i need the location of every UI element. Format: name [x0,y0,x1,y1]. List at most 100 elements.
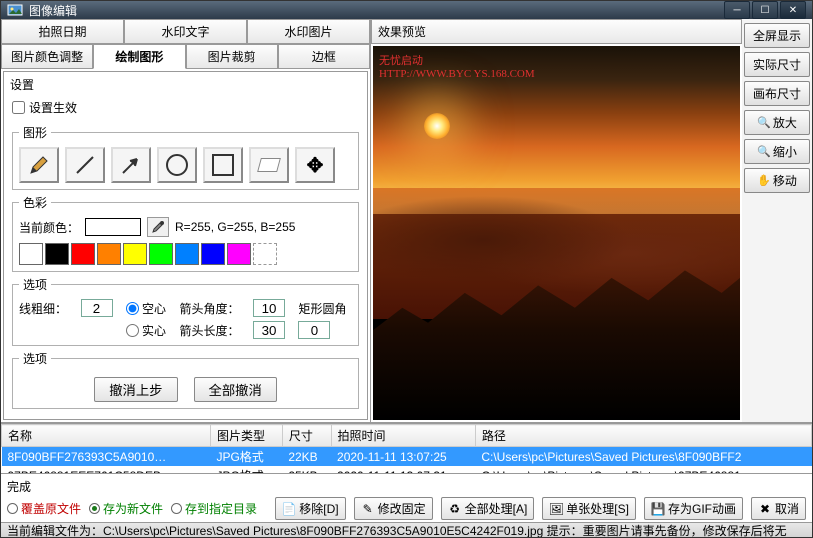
minimize-button[interactable]: ─ [724,1,750,19]
arrow-angle-input[interactable] [253,299,285,317]
tab-color-adjust[interactable]: 图片颜色调整 [1,44,93,69]
bottom-bar: 完成 覆盖原文件 存为新文件 存到指定目录 📄移除[D] ✎修改固定 ♻全部处理… [1,473,812,522]
undo-all-button[interactable]: 全部撤消 [194,377,277,402]
app-icon [7,2,23,18]
palette-swatch-5[interactable] [149,243,173,265]
savedir-radio[interactable]: 存到指定目录 [171,500,257,517]
tool-circle[interactable] [157,147,197,183]
app-window: 图像编辑 ─ ☐ ✕ 拍照日期 水印文字 水印图片 图片颜色调整 绘制图形 图片… [0,0,813,538]
watermark: 无忧启动 HTTP://WWW.BYC YS.168.COM [379,52,535,80]
table-row[interactable]: 97BE46881EEE761C58DEB…JPG格式25KB2020-11-1… [2,466,812,473]
zoom-out-button[interactable]: 🔍缩小 [744,139,810,164]
right-panel: 效果预览 无忧启动 HTTP://WWW.BYC YS.168.COM 全屏显示… [371,19,812,422]
palette-swatch-7[interactable] [201,243,225,265]
current-color-swatch[interactable] [85,218,141,236]
saveas-radio[interactable]: 存为新文件 [89,500,163,517]
arrow-angle-label: 箭头角度： [179,300,245,317]
process-single-button[interactable]: 🖼单张处理[S] [542,497,636,520]
rect-radius-input[interactable] [298,321,330,339]
color-palette [19,243,352,265]
palette-swatch-6[interactable] [175,243,199,265]
overwrite-radio[interactable]: 覆盖原文件 [7,500,81,517]
tab-draw-shape[interactable]: 绘制图形 [93,44,185,69]
undo-button[interactable]: 撤消上步 [94,377,177,402]
option-legend-2: 选项 [19,350,51,367]
solid-radio[interactable]: 实心 [126,322,172,339]
maximize-button[interactable]: ☐ [752,1,778,19]
move-icon: ✥ [307,153,324,178]
process-all-button[interactable]: ♻全部处理[A] [441,497,535,520]
cancel-button[interactable]: ✖取消 [751,497,806,520]
rgb-text: R=255, G=255, B=255 [175,220,295,234]
zoom-in-button[interactable]: 🔍放大 [744,110,810,135]
color-group: 色彩 当前颜色： R=255, G=255, B=255 [12,194,359,272]
remove-button[interactable]: 📄移除[D] [275,497,345,520]
arrow-len-input[interactable] [253,321,285,339]
tool-rect[interactable] [203,147,243,183]
remove-icon: 📄 [282,502,296,516]
line-width-input[interactable] [81,299,113,317]
hollow-radio[interactable]: 空心 [126,300,172,317]
tab-shoot-date[interactable]: 拍照日期 [1,19,124,44]
image-icon: 🖼 [549,502,563,516]
tool-pencil[interactable] [19,147,59,183]
zoom-in-icon: 🔍 [757,116,771,129]
canvas-size-button[interactable]: 画布尺寸 [744,81,810,106]
pan-button[interactable]: ✋移动 [744,168,810,193]
option-group: 选项 线粗细： 空心 箭头角度： 矩形圆角 实心 箭头长度： [12,276,359,346]
rect-radius-label: 矩形圆角 [298,300,352,317]
fullscreen-button[interactable]: 全屏显示 [744,23,810,48]
tab-watermark-image[interactable]: 水印图片 [247,19,370,44]
done-label: 完成 [7,478,806,495]
line-width-label: 线粗细： [19,300,73,317]
option-group-2: 选项 撤消上步 全部撤消 [12,350,359,409]
actual-size-button[interactable]: 实际尺寸 [744,52,810,77]
left-panel: 拍照日期 水印文字 水印图片 图片颜色调整 绘制图形 图片裁剪 边框 设置 设置… [1,19,371,422]
palette-swatch-3[interactable] [97,243,121,265]
palette-swatch-4[interactable] [123,243,147,265]
settings-label: 设置 [6,74,365,95]
column-header[interactable]: 拍照时间 [331,425,475,447]
close-button[interactable]: ✕ [780,1,806,19]
side-buttons: 全屏显示 实际尺寸 画布尺寸 🔍放大 🔍缩小 ✋移动 [742,19,812,422]
tab-crop[interactable]: 图片裁剪 [186,44,278,69]
save-icon: 💾 [651,502,665,516]
option-legend: 选项 [19,276,51,293]
tool-arrow[interactable] [111,147,151,183]
palette-swatch-9[interactable] [253,243,277,265]
zoom-out-icon: 🔍 [757,145,771,158]
save-gif-button[interactable]: 💾存为GIF动画 [644,497,743,520]
eyedropper-button[interactable] [147,217,169,237]
file-list: 名称图片类型尺寸拍照时间路径 8F090BFF276393C5A9010…JPG… [1,423,812,473]
color-legend: 色彩 [19,194,51,211]
shape-legend: 图形 [19,124,51,141]
column-header[interactable]: 尺寸 [282,425,331,447]
column-header[interactable]: 图片类型 [210,425,282,447]
palette-swatch-8[interactable] [227,243,251,265]
fix-button[interactable]: ✎修改固定 [354,497,433,520]
enable-checkbox[interactable] [12,101,25,114]
column-header[interactable]: 路径 [475,425,811,447]
column-header[interactable]: 名称 [2,425,211,447]
settings-panel: 设置 设置生效 图形 ✥ [3,71,368,420]
tab-watermark-text[interactable]: 水印文字 [124,19,247,44]
preview-header: 效果预览 [371,19,742,44]
pencil-icon: ✎ [361,502,375,516]
window-title: 图像编辑 [29,2,724,19]
enable-label: 设置生效 [29,99,77,116]
tool-line[interactable] [65,147,105,183]
shape-group: 图形 ✥ [12,124,359,190]
tool-move[interactable]: ✥ [295,147,335,183]
palette-swatch-2[interactable] [71,243,95,265]
table-row[interactable]: 8F090BFF276393C5A9010…JPG格式22KB2020-11-1… [2,447,812,467]
cancel-icon: ✖ [758,502,772,516]
tool-eraser[interactable] [249,147,289,183]
palette-swatch-1[interactable] [45,243,69,265]
preview-canvas[interactable]: 无忧启动 HTTP://WWW.BYC YS.168.COM [373,46,740,420]
status-bar: 当前编辑文件为：C:\Users\pc\Pictures\Saved Pictu… [1,522,812,537]
tab-border[interactable]: 边框 [278,44,370,69]
titlebar: 图像编辑 ─ ☐ ✕ [1,1,812,19]
palette-swatch-0[interactable] [19,243,43,265]
current-color-label: 当前颜色： [19,219,79,236]
arrow-len-label: 箭头长度： [179,322,245,339]
